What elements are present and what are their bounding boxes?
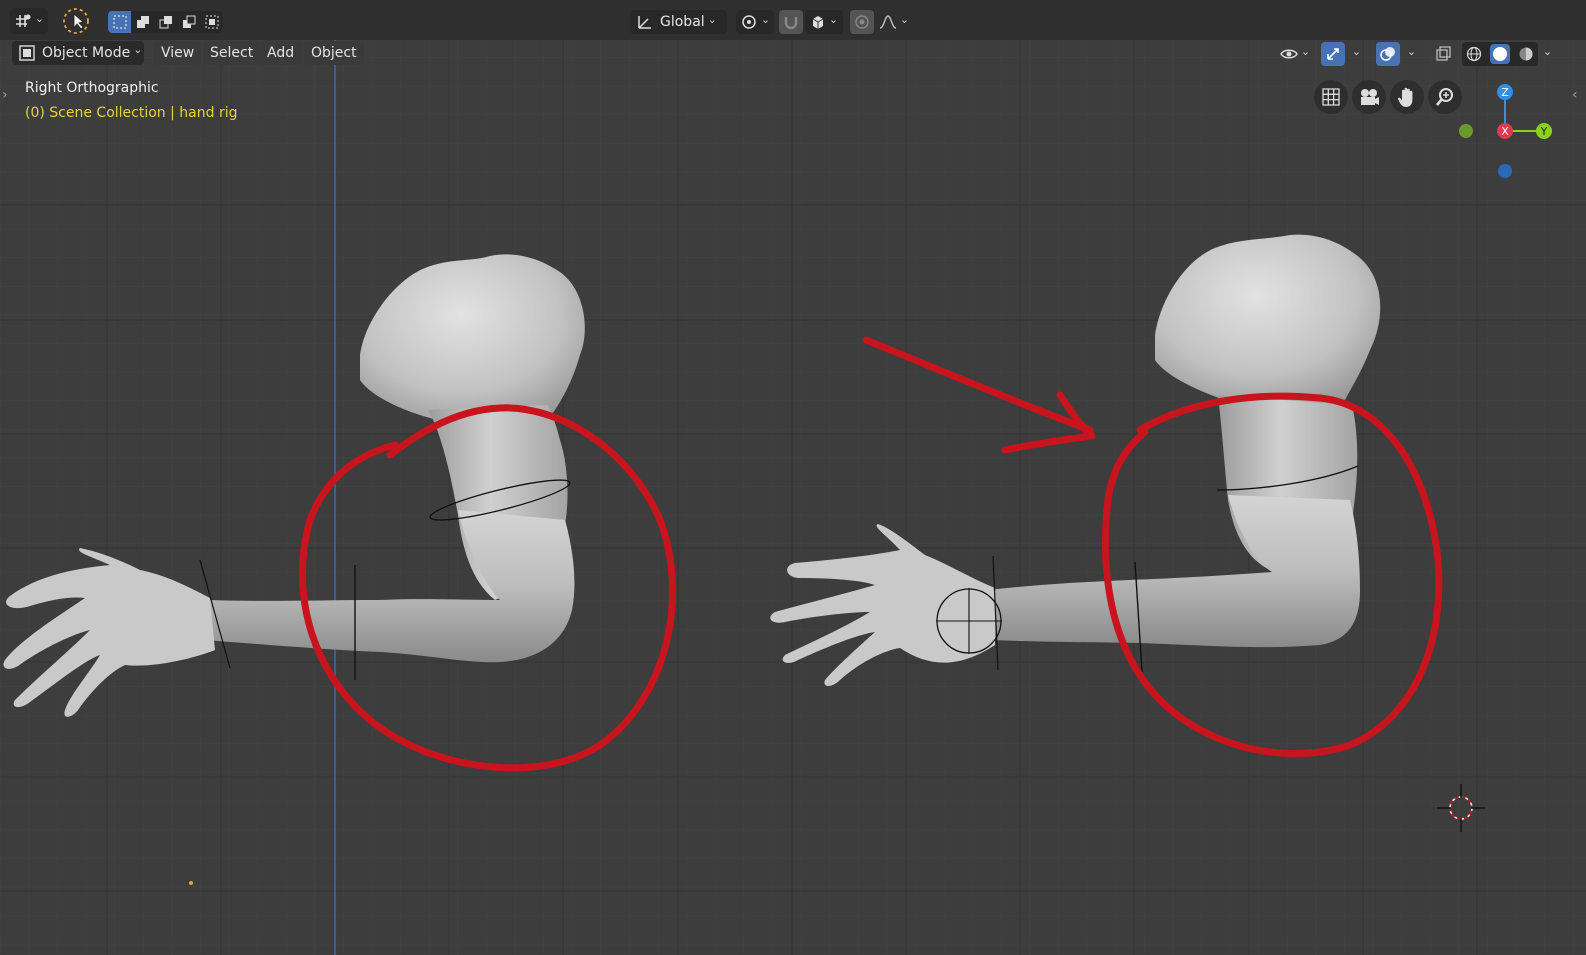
3d-viewport[interactable]: › ‹ Right Orthographic (0) Scene Collect… [0, 40, 1586, 955]
menu-object[interactable]: Object [304, 41, 364, 65]
navigation-gizmo[interactable]: Z X Y [1452, 78, 1562, 188]
selection-mode-group [108, 11, 223, 33]
hand-icon [1397, 87, 1413, 107]
select-subtract-icon[interactable] [177, 11, 200, 33]
collection-info-label: (0) Scene Collection | hand rig [25, 105, 238, 121]
gizmo-options-select[interactable] [1346, 42, 1364, 66]
viewport-header: Object Mode View Select Add Object [0, 41, 1586, 67]
menu-add[interactable]: Add [260, 41, 302, 65]
transform-orientation-label: Global [660, 14, 705, 30]
select-new-icon[interactable] [131, 11, 154, 33]
overlays-toggle[interactable] [1376, 42, 1400, 66]
xray-icon [1436, 46, 1451, 61]
interaction-mode-label: Object Mode [42, 45, 131, 61]
snap-target-select[interactable] [805, 10, 843, 34]
overlays-options-select[interactable] [1401, 42, 1419, 66]
material-shading-icon[interactable] [1518, 46, 1534, 62]
solid-shading-icon[interactable] [1490, 44, 1510, 64]
overlays-icon [1380, 47, 1395, 61]
object-origin-dot [189, 881, 193, 885]
pan-view-button[interactable] [1390, 80, 1424, 114]
orientation-axes-icon [638, 16, 651, 29]
interaction-mode-select[interactable]: Object Mode [12, 41, 144, 65]
camera-icon [1361, 89, 1379, 105]
pivot-point-select[interactable] [736, 10, 774, 34]
xray-toggle[interactable] [1431, 42, 1455, 66]
snap-toggle[interactable] [779, 10, 803, 34]
editor-type-button[interactable] [10, 8, 48, 34]
shading-options-select[interactable] [1537, 42, 1555, 66]
gizmo-y-label: Y [1540, 125, 1548, 138]
toggle-perspective-button[interactable] [1314, 80, 1348, 114]
proportional-edit-toggle[interactable] [850, 10, 874, 34]
object-mode-icon [19, 45, 35, 61]
select-box-icon[interactable] [108, 11, 131, 33]
sidebar-expand-icon[interactable]: ‹ [1572, 87, 1578, 103]
tool-settings-header: Global [0, 0, 1586, 41]
magnet-icon [784, 17, 798, 30]
gizmo-x-label: X [1501, 125, 1509, 138]
shading-mode-group [1462, 42, 1538, 66]
select-extend-icon[interactable] [154, 11, 177, 33]
falloff-curve-icon [879, 15, 897, 29]
gizmo-neg-z-dot[interactable] [1498, 164, 1512, 178]
visibility-select[interactable] [1276, 42, 1314, 66]
view-name-label: Right Orthographic [25, 80, 159, 96]
grid-icon [1322, 88, 1340, 106]
gizmo-arrows-icon [1327, 48, 1339, 60]
pivot-point-icon [742, 15, 756, 29]
gizmo-z-label: Z [1501, 86, 1509, 99]
gizmo-toggle[interactable] [1321, 42, 1345, 66]
viewport-canvas [0, 40, 1586, 955]
transform-orientation-select[interactable]: Global [630, 10, 727, 34]
wireframe-shading-icon[interactable] [1466, 46, 1482, 62]
eye-icon [1280, 49, 1298, 59]
snap-increment-icon [812, 16, 824, 29]
toolbar-expand-icon[interactable]: › [2, 87, 8, 103]
camera-view-button[interactable] [1352, 80, 1386, 114]
proportional-edit-icon [855, 15, 869, 29]
tweak-cursor-icon [63, 8, 89, 34]
select-intersect-icon[interactable] [200, 11, 223, 33]
gizmo-neg-y-dot[interactable] [1459, 124, 1473, 138]
menu-view[interactable]: View [154, 41, 202, 65]
menu-select[interactable]: Select [203, 41, 261, 65]
tweak-tool-button[interactable] [60, 6, 92, 36]
proportional-falloff-select[interactable] [877, 10, 911, 34]
viewport-icon [15, 14, 31, 27]
